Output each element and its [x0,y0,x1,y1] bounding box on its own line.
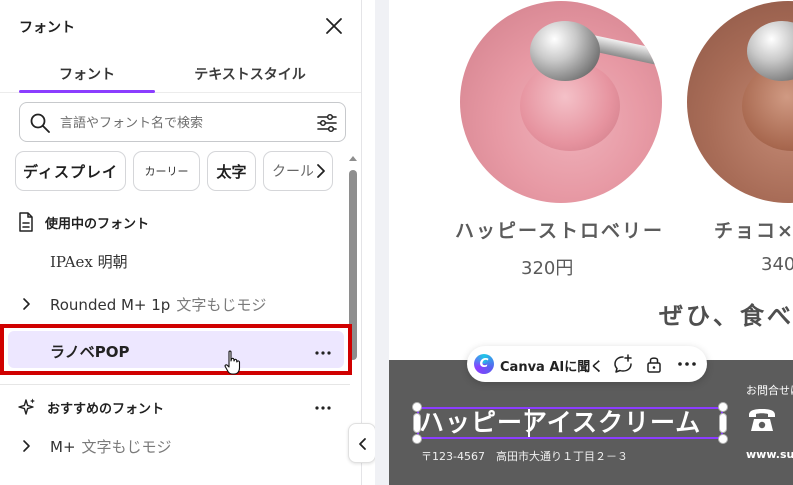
website-url[interactable]: www.sub [746,448,793,461]
tab-fonts[interactable]: フォント [19,64,155,84]
section-divider [0,384,350,385]
font-item-ranobe-pop-selected[interactable]: ラノベPOP [0,324,352,375]
phone-icon[interactable] [746,406,778,434]
canva-editor: フォント フォント テキストスタイル ディスプレイ カーリー 太字 クール [0,0,793,485]
product-name[interactable]: チョコ× [714,216,793,243]
close-icon[interactable] [322,14,346,38]
chevron-right-icon[interactable] [313,162,329,180]
chip-curly[interactable]: カーリー [133,151,200,191]
resize-handle[interactable] [412,434,422,444]
chip-display[interactable]: ディスプレイ [15,151,126,191]
font-search [19,102,346,142]
tagline-text[interactable]: ぜひ、食べ [659,296,793,331]
filter-icon[interactable] [316,112,338,134]
resize-handle[interactable] [412,402,422,412]
add-comment-icon[interactable] [613,354,633,374]
side-handle[interactable] [719,413,727,433]
font-item-rounded-mplus[interactable]: Rounded M+ 1p 文字もじモジ [0,284,350,324]
tab-text-style[interactable]: テキストスタイル [168,64,332,84]
more-options-icon[interactable] [677,354,697,374]
lock-icon[interactable] [644,354,664,374]
chevron-right-icon[interactable] [20,439,32,453]
font-item-mplus[interactable]: M+ 文字もじモジ [0,426,350,466]
panel-title: フォント [19,20,75,36]
design-canvas: ハッピーストロベリー チョコ× 320円 340 ぜひ、食べ ハッピーアイスクリ… [375,0,793,485]
font-panel: フォント フォント テキストスタイル ディスプレイ カーリー 太字 クール [0,0,362,485]
floating-toolbar: C Canva AIに聞く [467,346,707,382]
address-text[interactable]: 〒123-4567 高田市大通り１丁目２－３ [421,448,628,464]
text-selection-box [417,407,723,439]
strawberry-ice-cream-photo[interactable] [460,1,662,203]
recommended-fonts-heading: おすすめのフォント [17,397,164,417]
collapse-panel-button[interactable] [348,423,376,463]
chevron-left-icon [359,438,366,450]
font-sample: 文字もじモジ [176,295,267,314]
recommended-fonts-title: おすすめのフォント [47,401,165,417]
font-name: IPAex 明朝 [50,252,128,271]
more-options-icon[interactable] [314,405,332,411]
font-name: ラノベPOP [50,343,130,361]
side-handle[interactable] [413,413,421,433]
product-name[interactable]: ハッピーストロベリー [455,216,664,243]
scroll-up-arrow-icon[interactable] [348,154,358,162]
more-options-icon[interactable] [314,350,332,356]
resize-handle[interactable] [718,402,728,412]
ask-canva-ai-button[interactable]: Canva AIに聞く [500,356,603,375]
contact-label[interactable]: お問合せは [746,382,793,398]
font-item-ipaex-mincho[interactable]: IPAex 明朝 [0,241,350,281]
font-name: Rounded M+ 1p 文字もじモジ [50,295,267,314]
chevron-right-icon[interactable] [20,297,32,311]
product-price[interactable]: 340 [761,254,793,275]
chocolate-ice-cream-photo[interactable] [687,1,793,203]
canva-ai-logo-icon[interactable]: C [474,354,494,374]
used-fonts-heading: 使用中のフォント [17,212,149,232]
document-icon [19,212,33,232]
used-fonts-title: 使用中のフォント [45,216,150,232]
font-sample: 文字もじモジ [81,437,172,456]
hand-pointer-icon [224,350,241,375]
search-icon [30,113,50,133]
chip-bold[interactable]: 太字 [207,151,256,191]
search-input[interactable] [60,112,310,134]
font-name: M+ 文字もじモジ [50,437,172,456]
resize-handle[interactable] [718,434,728,444]
design-page: ハッピーストロベリー チョコ× 320円 340 ぜひ、食べ ハッピーアイスクリ… [389,0,793,485]
active-tab-indicator [19,90,155,93]
sparkle-icon [18,398,35,415]
product-price[interactable]: 320円 [521,254,573,280]
